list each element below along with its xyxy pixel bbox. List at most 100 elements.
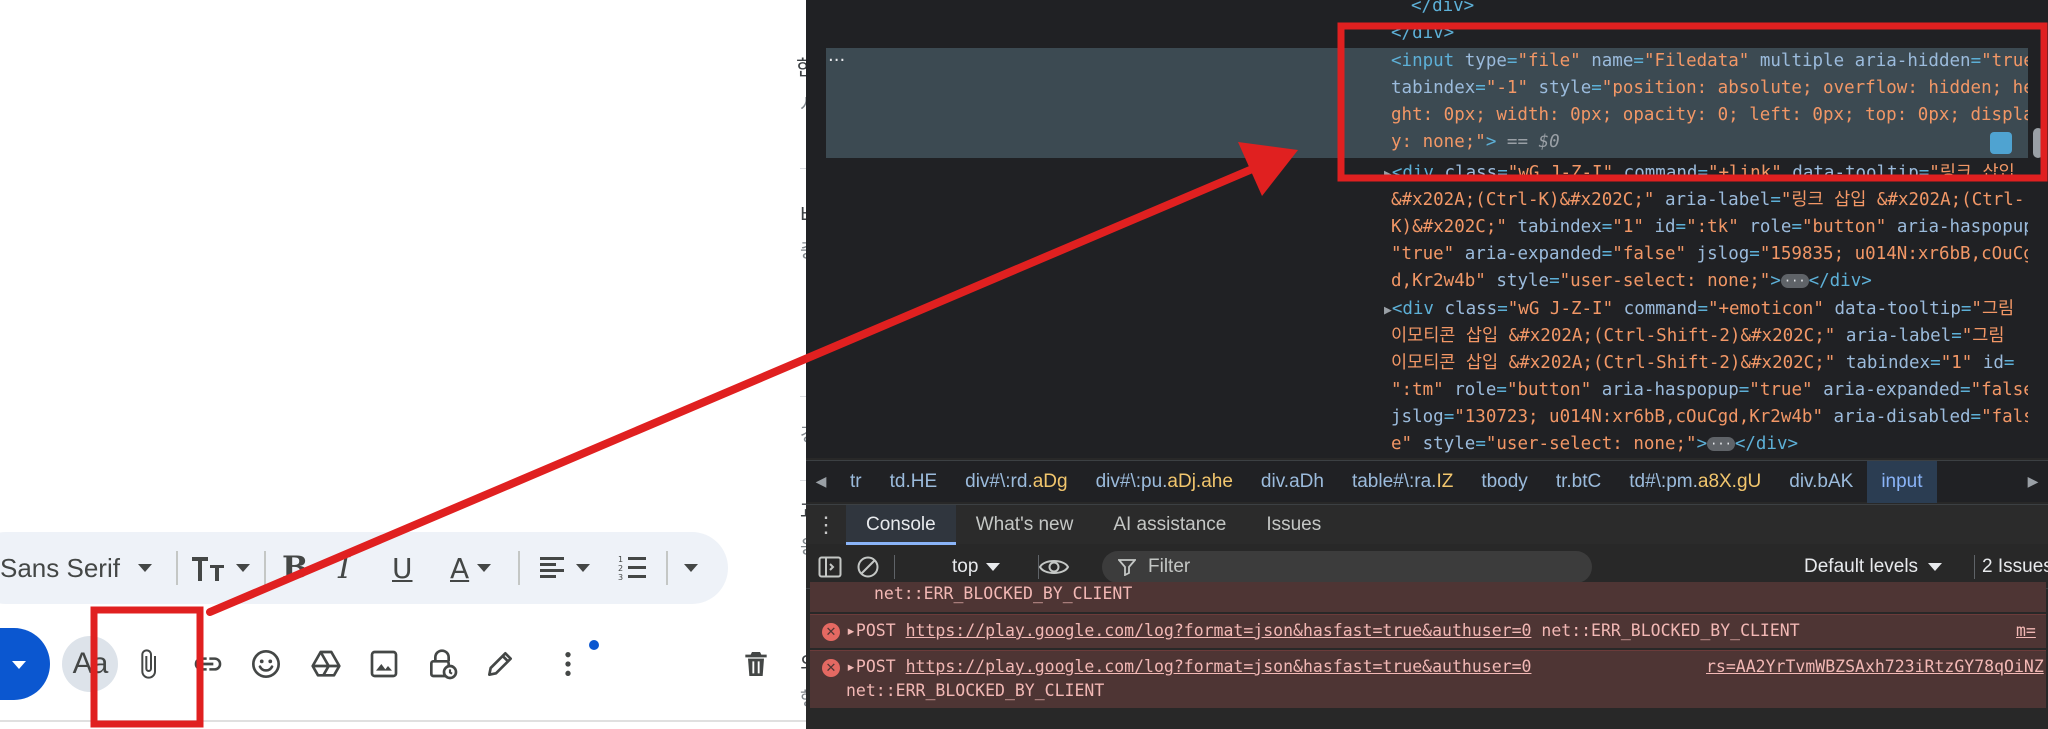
breadcrumb-item[interactable]: tr.btC — [1542, 461, 1615, 503]
error-text: net::ERR_BLOCKED_BY_CLIENT — [874, 584, 1133, 603]
code-line[interactable]: </div> — [1391, 20, 1454, 47]
paperclip-icon — [141, 649, 156, 679]
code-line[interactable]: </div> — [1411, 0, 1474, 20]
source-link[interactable]: m= — [2016, 621, 2036, 640]
chevron-down-icon — [477, 564, 492, 572]
more-actions-icon[interactable]: ··· — [828, 50, 845, 71]
ai-assist-icon[interactable] — [1990, 132, 2012, 154]
tab-console[interactable]: Console — [846, 504, 956, 545]
code-line[interactable]: d,Kr2w4b" style="user-select: none;"> ···… — [1391, 268, 1872, 295]
tab-ai-assistance[interactable]: AI assistance — [1093, 505, 1246, 545]
insert-link-button[interactable] — [180, 636, 236, 692]
code-line[interactable]: jslog="130723; u014N:xr6bB,cOuCgd,Kr2w4b… — [1391, 404, 2034, 431]
selected-node-line[interactable]: ght: 0px; width: 0px; opacity: 0; left: … — [1391, 102, 2034, 129]
insert-signature-button[interactable] — [472, 636, 528, 692]
code-line[interactable]: e" style="user-select: none;"> ··· </div> — [1391, 431, 1798, 458]
source-link[interactable]: rs=AA2YrTvmWBZSAxh723iRtzGY78qOiNZ — [1706, 657, 2044, 676]
selected-node-line[interactable]: <input type="file" name="Filedata" multi… — [1391, 48, 2044, 75]
more-options-button[interactable] — [540, 636, 596, 692]
tab-issues[interactable]: Issues — [1246, 505, 1341, 545]
more-tabs-icon[interactable]: ⋮ — [806, 512, 846, 538]
elements-scrollbar[interactable] — [2028, 0, 2048, 458]
send-options-button[interactable] — [0, 628, 50, 700]
numbered-list-icon: 123 — [618, 555, 646, 582]
italic-button[interactable]: I — [338, 532, 350, 604]
gmail-compose-window: 한니 시 바 중 경 과 응 의 행 Sans Serif B I U A 12… — [0, 0, 806, 729]
elements-tree[interactable]: ··· </div> </div> <input type="file" nam… — [806, 0, 2048, 458]
selected-node-line[interactable]: y: none;"> == $0 — [1391, 129, 1560, 156]
filter-input[interactable]: Filter — [1102, 551, 1592, 583]
dollar-zero-ref: == $0 — [1506, 132, 1560, 152]
more-formatting-button[interactable] — [684, 532, 698, 604]
breadcrumb-item[interactable]: div.aDh — [1247, 461, 1338, 503]
scroll-left-icon[interactable]: ◀ — [806, 461, 836, 503]
console-error-message[interactable]: net::ERR_BLOCKED_BY_CLIENT — [810, 582, 2046, 612]
code-line[interactable]: ▶<div class="wG J-Z-I" command="+link" d… — [1384, 160, 2015, 188]
breadcrumb-item[interactable]: div#\:rd.aDg — [951, 461, 1081, 503]
image-icon — [370, 650, 398, 678]
svg-text:1: 1 — [618, 555, 623, 564]
code-line[interactable]: &#x202A;(Ctrl-K)&#x202C;" aria-label="링크… — [1391, 187, 2024, 214]
dom-breadcrumbs: ◀ tr td.HE div#\:rd.aDg div#\:pu.aDj.ahe… — [806, 460, 2048, 503]
breadcrumb-item-active[interactable]: input — [1867, 460, 1937, 503]
notification-dot — [589, 640, 599, 650]
italic-icon: I — [338, 550, 351, 586]
breadcrumb-base: td#\:pm. — [1629, 470, 1698, 492]
insert-photo-button[interactable] — [356, 636, 412, 692]
bold-button[interactable]: B — [282, 532, 308, 604]
selected-node-line[interactable]: tabindex="-1" style="position: absolute;… — [1391, 75, 2044, 102]
breadcrumb-item[interactable]: div#\:pu.aDj.ahe — [1082, 461, 1247, 503]
code-line[interactable]: 이모티콘 삽입 &#x202A;(Ctrl-Shift-2)&#x202C;" … — [1391, 323, 2005, 350]
breadcrumb-item[interactable]: div.bAK — [1775, 461, 1867, 503]
align-button[interactable] — [538, 532, 590, 604]
breadcrumb-item[interactable]: tbody — [1467, 461, 1541, 503]
chevron-down-icon — [12, 661, 26, 669]
expand-triangle-icon[interactable]: ▶ — [1384, 303, 1392, 318]
code-line[interactable]: "true" aria-expanded="false" jslog="1598… — [1391, 241, 2034, 268]
collapsed-children-icon[interactable]: ··· — [1780, 274, 1809, 288]
request-url-link[interactable]: https://play.google.com/log?format=json&… — [906, 621, 1532, 640]
code-line[interactable]: ▶<div class="wG J-Z-I" command="+emotico… — [1384, 296, 2014, 324]
formatting-options-button[interactable]: Aa — [62, 636, 118, 692]
breadcrumb-item[interactable]: table#\:ra.IZ — [1338, 461, 1467, 503]
font-family-select[interactable]: Sans Serif — [0, 532, 152, 604]
expand-triangle-icon[interactable]: ▶ — [1384, 167, 1392, 182]
console-error-message[interactable]: ✕ ▸POST https://play.google.com/log?form… — [810, 650, 2046, 708]
numbered-list-button[interactable]: 123 — [618, 532, 648, 604]
svg-text:2: 2 — [618, 564, 623, 573]
insert-drive-file-button[interactable] — [298, 636, 354, 692]
divider — [666, 551, 668, 585]
attach-file-button[interactable] — [120, 636, 176, 692]
underline-button[interactable]: U — [392, 532, 413, 604]
tab-whats-new[interactable]: What's new — [956, 505, 1094, 545]
breadcrumb-item[interactable]: tr — [836, 461, 876, 503]
chevron-down-icon — [684, 564, 698, 572]
text-color-icon: A — [450, 551, 470, 585]
align-left-icon — [540, 557, 564, 578]
scroll-right-icon[interactable]: ▶ — [2018, 461, 2048, 503]
code-line[interactable]: 이모티콘 삽입 &#x202A;(Ctrl-Shift-2)&#x202C;" … — [1391, 350, 2014, 377]
text-color-button[interactable]: A — [450, 532, 492, 604]
lock-clock-icon — [430, 649, 458, 680]
divider — [1974, 555, 1975, 579]
breadcrumb-class: a8X.gU — [1697, 470, 1762, 492]
divider — [518, 551, 520, 585]
scrollbar-thumb[interactable] — [2033, 128, 2043, 158]
error-icon: ✕ — [822, 623, 840, 641]
font-size-button[interactable] — [190, 532, 250, 604]
console-error-message[interactable]: ✕ ▸POST https://play.google.com/log?form… — [810, 614, 2046, 648]
error-icon: ✕ — [822, 659, 840, 677]
code-line[interactable]: ":tm" role="button" aria-haspopup="true"… — [1391, 377, 2044, 404]
breadcrumb-item[interactable]: td.HE — [876, 461, 952, 503]
breadcrumb-item[interactable]: td#\:pm.a8X.gU — [1615, 461, 1775, 503]
code-line[interactable]: K)&#x202C;" tabindex="1" id=":tk" role="… — [1391, 214, 2044, 241]
insert-emoji-button[interactable] — [238, 636, 294, 692]
background-text: 한니 — [796, 56, 806, 80]
collapsed-children-icon[interactable]: ··· — [1707, 437, 1735, 451]
confidential-mode-button[interactable] — [414, 636, 470, 692]
issues-label: 2 Issues — [1982, 556, 2048, 577]
request-url-link[interactable]: https://play.google.com/log?format=json&… — [906, 657, 1532, 676]
block-icon — [857, 556, 879, 578]
error-text: net::ERR_BLOCKED_BY_CLIENT — [846, 681, 1105, 700]
discard-draft-button[interactable] — [728, 636, 784, 692]
